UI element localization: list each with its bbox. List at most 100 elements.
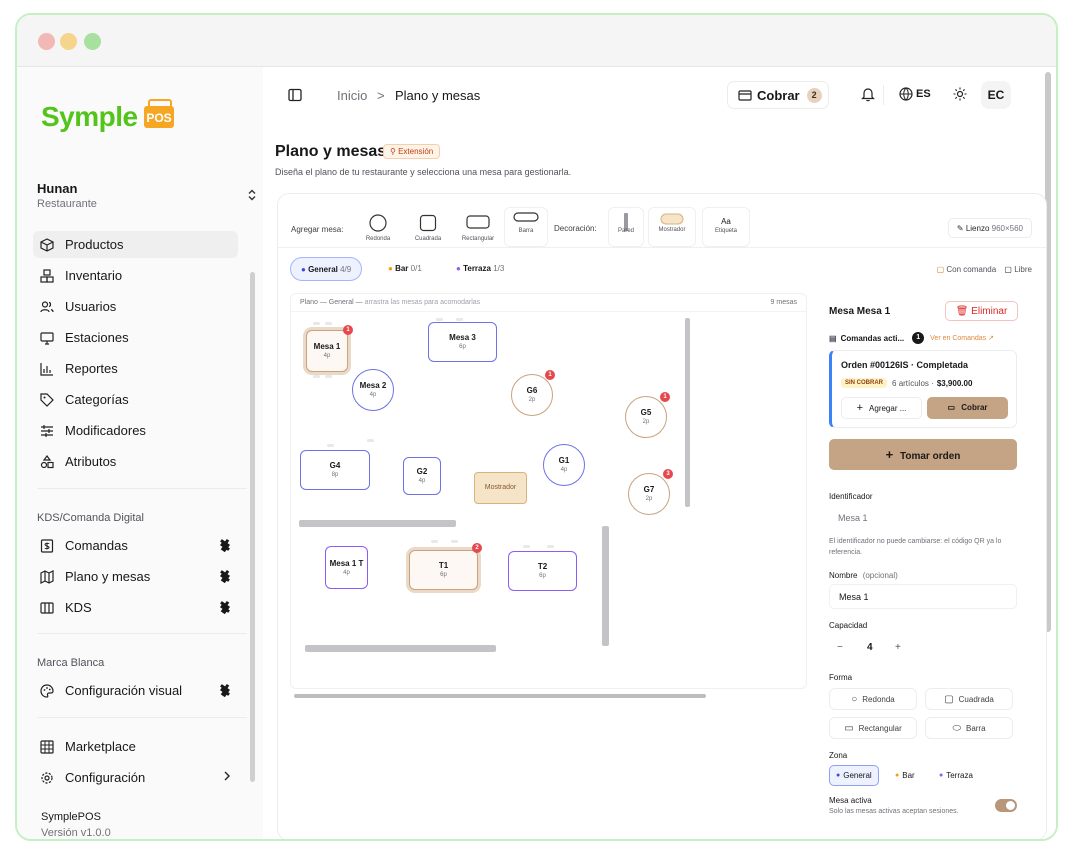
puzzle-icon (218, 600, 232, 617)
sidebar-item-inventario[interactable]: Inventario (33, 262, 238, 289)
sidebar-item-productos[interactable]: Productos (33, 231, 238, 258)
sidebar-item-configuracion-visual[interactable]: Configuración visual (33, 677, 238, 704)
sidebar-item-label: Configuración (65, 770, 146, 785)
cobrar-order-button[interactable]: ▭ Cobrar (927, 397, 1008, 419)
floor-plan-canvas[interactable]: Plano — General — arrastra las mesas par… (290, 293, 807, 689)
zone-tab-bar[interactable]: ● Bar 0/1 (378, 257, 432, 281)
canvas-scrollbar[interactable] (294, 694, 706, 698)
sidebar-item-categorias[interactable]: Categorías (33, 386, 238, 413)
chair (523, 545, 530, 548)
identifier-field: Mesa 1 (838, 513, 868, 523)
increase-button[interactable]: + (895, 642, 901, 653)
active-toggle[interactable] (995, 799, 1017, 812)
close-window-dot[interactable] (38, 33, 55, 50)
trash-icon: 🗑 (955, 306, 969, 317)
sidebar-item-plano-mesas[interactable]: Plano y mesas (33, 563, 238, 590)
sidebar: Symple POS Hunan Restaurante Productos I… (17, 67, 263, 839)
users-icon (39, 299, 55, 315)
table-g4[interactable]: G4 8p (300, 450, 370, 490)
add-round-table-tool[interactable]: Redonda (354, 207, 402, 247)
sidebar-item-reportes[interactable]: Reportes (33, 355, 238, 382)
zone-dot: ● (939, 772, 944, 779)
user-avatar[interactable]: EC (981, 81, 1011, 109)
sun-icon[interactable] (953, 87, 967, 106)
shape-label: Forma (829, 673, 853, 682)
wall[interactable] (299, 520, 456, 527)
table-mesa-2[interactable]: Mesa 2 4p (352, 369, 394, 411)
add-counter-tool[interactable]: Mostrador (648, 207, 696, 247)
language-switcher[interactable]: ES (899, 87, 931, 101)
chair (547, 545, 554, 548)
shape-bar-button[interactable]: ⬭ Barra (925, 717, 1013, 739)
sidebar-scrollbar[interactable] (250, 272, 255, 782)
floor-plan-toolbar: Agregar mesa: Redonda Cuadrada Rectangul… (278, 194, 1046, 248)
table-t1[interactable]: T1 6p 2 (409, 543, 482, 590)
table-mesa-3[interactable]: Mesa 3 6p (428, 322, 497, 362)
receipt-icon (39, 538, 55, 554)
order-count-badge: 3 (663, 469, 673, 479)
wall[interactable] (305, 645, 496, 652)
workspace-name: Hunan (37, 181, 78, 196)
capacity-stepper: − 4 + (829, 639, 919, 659)
minimize-window-dot[interactable] (60, 33, 77, 50)
zone-option-bar[interactable]: ● Bar (889, 765, 921, 786)
counter-shape-icon (660, 213, 684, 225)
brand-logo[interactable]: Symple (41, 101, 138, 133)
shape-square-button[interactable]: ▢ Cuadrada (925, 688, 1013, 710)
circle-shape-icon: ○ (851, 693, 858, 705)
table-g2[interactable]: G2 4p (403, 457, 441, 495)
cobrar-count-badge: 2 (806, 87, 822, 103)
chair (313, 375, 320, 378)
order-card[interactable]: Orden #00126IS · Completada SIN COBRAR 6… (829, 350, 1017, 428)
table-t2[interactable]: T2 6p (508, 551, 577, 591)
zone-option-terraza[interactable]: ● Terraza (933, 765, 979, 786)
wall[interactable] (602, 526, 609, 646)
bell-icon[interactable] (861, 87, 875, 107)
active-hint: Solo las mesas activas aceptan sesiones. (829, 808, 959, 815)
sidebar-item-kds[interactable]: KDS (33, 594, 238, 621)
add-label-tool[interactable]: Aa Etiqueta (702, 207, 750, 247)
sidebar-item-comandas[interactable]: Comandas (33, 532, 238, 559)
add-square-table-tool[interactable]: Cuadrada (404, 207, 452, 247)
wall[interactable] (685, 318, 690, 507)
zone-tab-general[interactable]: ● General 4/9 (290, 257, 363, 281)
cobrar-button[interactable]: Cobrar 2 (727, 81, 829, 109)
workspace-switcher[interactable]: Hunan Restaurante (37, 181, 263, 217)
add-rect-table-tool[interactable]: Rectangular (454, 207, 502, 247)
shape-rect-button[interactable]: ▭ Rectangular (829, 717, 917, 739)
add-bar-tool[interactable]: Barra (504, 207, 548, 247)
table-g6[interactable]: G6 2p 1 (511, 370, 555, 416)
table-mesa-1-t[interactable]: Mesa 1 T 4p (325, 546, 368, 589)
decrease-button[interactable]: − (837, 642, 843, 653)
view-in-comandas-link[interactable]: Ver en Comandas ↗ (930, 334, 994, 342)
sidebar-item-atributos[interactable]: Atributos (33, 448, 238, 475)
table-g5[interactable]: G5 2p 1 (625, 392, 670, 438)
sidebar-item-modificadores[interactable]: Modificadores (33, 417, 238, 444)
sidebar-item-estaciones[interactable]: Estaciones (33, 324, 238, 351)
identifier-label: Identificador (829, 492, 873, 501)
zone-tab-terraza[interactable]: ● Terraza 1/3 (446, 257, 514, 281)
name-input[interactable]: Mesa 1 (829, 584, 1017, 609)
sidebar-item-configuracion[interactable]: Configuración (33, 764, 238, 791)
take-order-button[interactable]: + Tomar orden (829, 439, 1017, 470)
sidebar-item-label: Inventario (65, 268, 123, 283)
maximize-window-dot[interactable] (84, 33, 101, 50)
sidebar-item-label: Categorías (65, 392, 129, 407)
sidebar-item-marketplace[interactable]: Marketplace (33, 733, 238, 760)
add-items-button[interactable]: + Agregar ... (841, 397, 922, 419)
sidebar-toggle-icon[interactable] (288, 88, 302, 107)
table-g1[interactable]: G1 4p (543, 444, 585, 486)
sidebar-item-usuarios[interactable]: Usuarios (33, 293, 238, 320)
zone-option-general[interactable]: ● General (829, 765, 879, 786)
add-wall-tool[interactable]: Pared (608, 207, 644, 247)
zone-dot: ● (895, 772, 900, 779)
table-mesa-1[interactable]: Mesa 1 4p 1 (306, 325, 353, 372)
canvas-size-button[interactable]: ✎ Lienzo 960×560 (947, 218, 1032, 238)
table-g7[interactable]: G7 2p 3 (628, 469, 673, 515)
order-title: Orden #00126IS · Completada (841, 360, 969, 370)
breadcrumb-home[interactable]: Inicio (337, 88, 367, 103)
chair (325, 322, 332, 325)
delete-table-button[interactable]: 🗑 Eliminar (945, 301, 1018, 321)
counter-mostrador[interactable]: Mostrador (474, 472, 527, 504)
shape-round-button[interactable]: ○ Redonda (829, 688, 917, 710)
